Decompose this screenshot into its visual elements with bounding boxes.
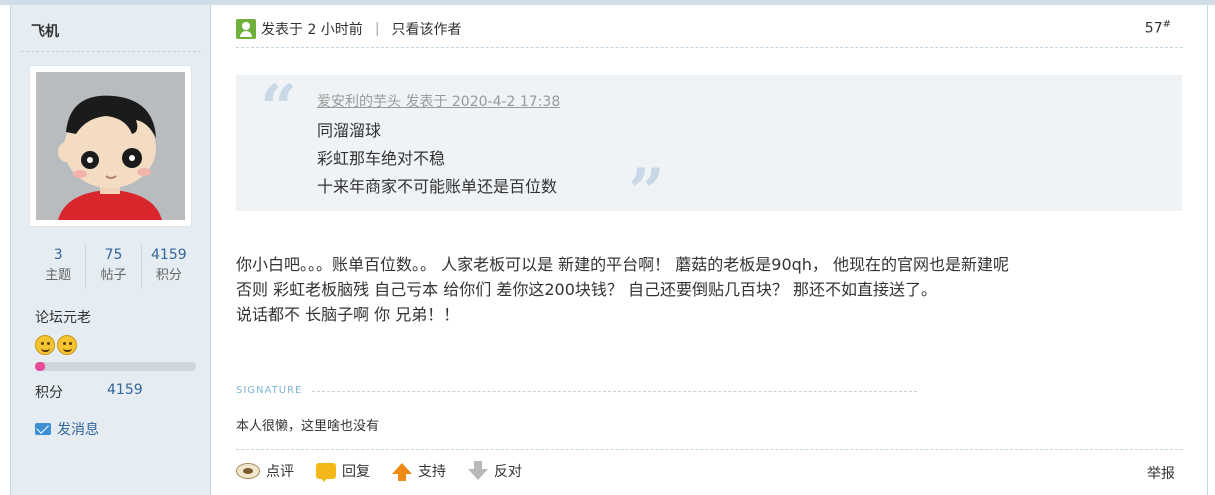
rank-title: 论坛元老 (35, 310, 91, 326)
thumbs-down-arrow-icon (468, 460, 488, 480)
comment-button[interactable]: 点评 (236, 461, 294, 481)
header-separator: | (374, 21, 380, 37)
quote-block: “ ” 爱安利的芋头 发表于 2020-4-2 17:38 同溜溜球 彩虹那车绝… (236, 71, 1182, 225)
author-only-link[interactable]: 只看该作者 (392, 19, 462, 39)
posted-time: 发表于 2 小时前 (261, 22, 363, 38)
support-label: 支持 (418, 464, 446, 480)
points-label: 积分 (35, 385, 63, 401)
points-value: 4159 (107, 382, 143, 398)
signature-text: 本人很懒，这里啥也没有 (236, 419, 380, 434)
right-border (1207, 5, 1208, 495)
stat-label: 积分 (155, 268, 182, 283)
content-line: 你小白吧。。。账单百位数。。 人家老板可以是 新建的平台啊！ 蘑菇的老板是90q… (236, 255, 1010, 274)
content-line: 否则 彩虹老板脑残 自己亏本 给你们 差你这200块钱？ 自己还要倒贴几百块？ … (236, 280, 938, 299)
stat-label: 主题 (45, 268, 72, 283)
stat-points[interactable]: 4159 积分 (140, 245, 196, 289)
comment-label: 点评 (266, 464, 294, 480)
author-name[interactable]: 飞机 (31, 21, 59, 41)
reply-label: 回复 (342, 464, 370, 480)
author-stats: 3 主题 75 帖子 4159 积分 (31, 245, 196, 289)
quote-author-link[interactable]: 爱安利的芋头 发表于 2020-4-2 17:38 (317, 91, 560, 111)
support-button[interactable]: 支持 (392, 461, 446, 481)
open-quote-icon: “ (260, 71, 297, 146)
footer-divider (236, 449, 1183, 450)
oppose-label: 反对 (494, 464, 522, 480)
sidebar-divider (21, 51, 201, 52)
signature-divider (312, 391, 917, 392)
close-quote-icon: ” (628, 155, 665, 230)
floor-number-value: 57 (1144, 20, 1163, 37)
oppose-button[interactable]: 反对 (468, 460, 522, 481)
comment-icon (236, 463, 260, 479)
mail-icon (35, 423, 51, 435)
stat-value: 75 (104, 247, 123, 263)
floor-suffix: # (1162, 19, 1171, 30)
stat-threads[interactable]: 3 主题 (31, 245, 85, 289)
quote-line: 同溜溜球 (317, 121, 382, 140)
stat-label: 帖子 (100, 268, 127, 283)
rank-icons (35, 335, 77, 357)
level-progress-bar (35, 362, 196, 371)
stat-value: 4159 (151, 247, 187, 263)
author-sidebar: 飞机 3 主题 75 帖子 4159 积分 论坛元老 积分 4159 发消息 (10, 5, 211, 495)
post-actions: 点评 回复 支持 反对 (236, 460, 544, 482)
avatar[interactable] (29, 65, 192, 227)
level-progress-fill (35, 362, 45, 371)
smiley-icon (57, 335, 77, 355)
floor-number[interactable]: 57# (1145, 19, 1171, 37)
send-message-link[interactable]: 发消息 (35, 419, 99, 439)
header-divider (236, 47, 1183, 48)
post-header: 发表于 2 小时前 | 只看该作者 (236, 19, 462, 39)
reply-button[interactable]: 回复 (316, 461, 370, 482)
signature-label: SIGNATURE (236, 385, 303, 396)
post-content: 你小白吧。。。账单百位数。。 人家老板可以是 新建的平台啊！ 蘑菇的老板是90q… (236, 252, 1166, 327)
quote-text: 同溜溜球 彩虹那车绝对不稳 十来年商家不可能账单还是百位数 (317, 117, 557, 201)
avatar-cartoon-icon (36, 72, 185, 220)
smiley-icon (35, 335, 55, 355)
stat-posts[interactable]: 75 帖子 (85, 245, 140, 289)
report-button[interactable]: 举报 (1147, 463, 1175, 483)
points-row: 积分 4159 (35, 382, 143, 402)
thumbs-up-arrow-icon (392, 462, 412, 481)
send-message-label: 发消息 (57, 422, 99, 438)
stat-value: 3 (53, 247, 63, 263)
avatar-image (36, 72, 185, 220)
post-main: 发表于 2 小时前 | 只看该作者 57# “ ” 爱安利的芋头 发表于 202… (212, 5, 1207, 495)
reply-icon (316, 463, 336, 482)
post-container: 飞机 3 主题 75 帖子 4159 积分 论坛元老 积分 4159 发消息 发… (0, 5, 1215, 495)
content-line: 说话都不 长脑子啊 你 兄弟！！ (236, 305, 460, 324)
quote-line: 十来年商家不可能账单还是百位数 (317, 177, 558, 196)
quote-line: 彩虹那车绝对不稳 (317, 149, 446, 168)
online-user-icon (236, 19, 256, 39)
